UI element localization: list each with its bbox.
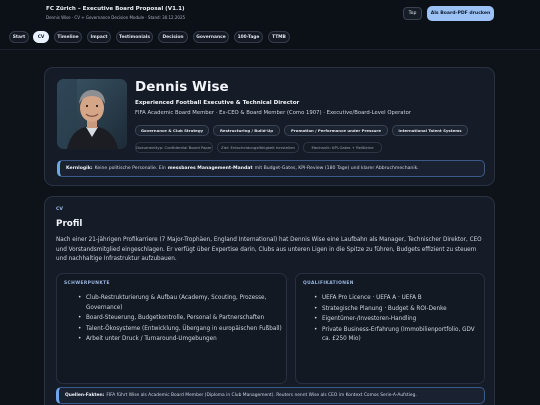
tab-timeline[interactable]: Timeline: [54, 31, 82, 43]
profile-photo: [57, 79, 127, 149]
list-item: Private Business-Erfahrung (Immobilienpo…: [303, 326, 484, 345]
callout-text-pre: Keine politische Personalie. Ein: [94, 166, 166, 171]
strengths-card: SCHWERPUNKTE Club-Restrukturierung & Auf…: [56, 273, 287, 384]
hero-card: Dennis Wise Experienced Football Executi…: [44, 67, 495, 186]
profile-photo-image: [57, 79, 127, 149]
tab-start[interactable]: Start: [9, 31, 29, 43]
sources-text: FIFA führt Wise als Academic Board Membe…: [106, 393, 417, 398]
sources-callout: Quellen-Fakten: FIFA führt Wise als Acad…: [56, 387, 485, 404]
callout-label: Kernlogik:: [66, 166, 93, 171]
tab-100-tage[interactable]: 100-Tage: [234, 31, 263, 43]
qualifications-list: UEFA Pro Licence · UEFA A · UEFA B Strat…: [303, 294, 484, 346]
strengths-title: SCHWERPUNKTE: [64, 281, 110, 286]
callout-text-strong: messbares Management-Mandat: [167, 166, 253, 171]
profile-affiliations: FIFA Academic Board Member · Ex-CEO & Bo…: [135, 110, 412, 116]
cv-paragraph: Nach einer 21-jährigen Profikarriere (7 …: [56, 237, 482, 263]
chip-document-type: Dokumenttyp: Confidential Board Paper: [135, 142, 213, 153]
chip-goal: Ziel: Entscheidungsfähigkeit herstellen: [217, 142, 299, 153]
strengths-list: Club-Restrukturierung & Aufbau (Academy,…: [64, 294, 286, 346]
tab-cv[interactable]: CV: [33, 31, 49, 43]
cv-card: CV Profil Nach einer 21-jährigen Profika…: [44, 196, 495, 405]
list-item: UEFA Pro Licence · UEFA A · UEFA B: [303, 294, 484, 304]
cv-title: Profil: [56, 219, 83, 229]
badge-governance: Governance & Club Strategy: [135, 125, 209, 136]
list-item: Eigentümer-/Investoren-Handling: [303, 315, 484, 325]
tab-ttmb[interactable]: TTMB: [268, 31, 290, 43]
badge-talent-systems: International Talent Systems: [392, 125, 468, 136]
profile-name: Dennis Wise: [135, 79, 229, 95]
badge-promotion: Promotion / Performance under Pressure: [284, 125, 388, 136]
sources-label: Quellen-Fakten:: [65, 393, 105, 398]
list-item: Talent-Ökosysteme (Entwicklung, Übergang…: [64, 325, 286, 335]
print-pdf-button[interactable]: Als Board-PDF drucken: [427, 6, 494, 21]
cv-kicker: CV: [56, 207, 63, 212]
chip-mechanics: Mechanik: KPI-Gates + Reißleine: [303, 142, 382, 153]
list-item: Strategische Planung · Budget & ROI-Denk…: [303, 305, 484, 315]
qualifications-title: QUALIFIKATIONEN: [303, 281, 354, 286]
tab-testimonials[interactable]: Testimonials: [116, 31, 153, 43]
tab-governance[interactable]: Governance: [193, 31, 229, 43]
tab-impact[interactable]: Impact: [87, 31, 111, 43]
list-item: Club-Restrukturierung & Aufbau (Academy,…: [64, 294, 286, 313]
core-logic-callout: Kernlogik: Keine politische Personalie. …: [57, 160, 485, 177]
list-item: Arbeit unter Druck / Turnaround-Umgebung…: [64, 335, 286, 345]
app-title: FC Zürich – Executive Board Proposal (V1…: [46, 6, 185, 12]
qualifications-card: QUALIFIKATIONEN UEFA Pro Licence · UEFA …: [295, 273, 485, 384]
profile-role: Experienced Football Executive & Technic…: [135, 100, 300, 106]
tab-decision[interactable]: Decision: [158, 31, 188, 43]
top-bar: FC Zürich – Executive Board Proposal (V1…: [0, 0, 540, 50]
top-button[interactable]: Top: [403, 7, 422, 20]
badge-restructuring: Restructuring / Build-Up: [213, 125, 280, 136]
list-item: Board-Steuerung, Budgetkontrolle, Person…: [64, 314, 286, 324]
app-subtitle: Dennis Wise · CV + Governance Decision M…: [46, 15, 186, 20]
callout-text-post: mit Budget-Gates, KPI-Review (180 Tage) …: [254, 166, 419, 171]
